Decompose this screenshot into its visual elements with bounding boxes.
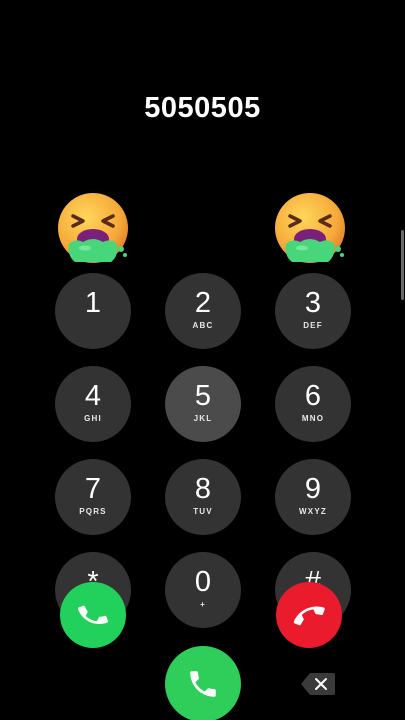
backspace-icon[interactable] xyxy=(300,670,336,698)
key-3[interactable]: 3 DEF xyxy=(275,273,351,349)
key-6[interactable]: 6 MNO xyxy=(275,366,351,442)
key-letters: GHI xyxy=(84,413,102,423)
vomiting-face-icon xyxy=(275,193,345,263)
key-digit: 6 xyxy=(304,379,322,412)
key-letters: DEF xyxy=(303,320,323,330)
key-0[interactable]: 0 + xyxy=(165,552,241,628)
phone-number-display: 5050505 xyxy=(144,92,261,124)
key-digit: 2 xyxy=(194,286,212,319)
key-letters: + xyxy=(200,599,206,609)
key-9[interactable]: 9 WXYZ xyxy=(275,459,351,535)
key-letters: PQRS xyxy=(79,506,107,516)
key-2[interactable]: 2 ABC xyxy=(165,273,241,349)
key-digit: 4 xyxy=(84,379,102,412)
phone-icon xyxy=(190,671,216,697)
scrollbar[interactable] xyxy=(401,230,404,300)
hang-up-icon xyxy=(293,606,325,626)
key-1[interactable]: 1 xyxy=(55,273,131,349)
key-8[interactable]: 8 TUV xyxy=(165,459,241,535)
key-4[interactable]: 4 GHI xyxy=(55,366,131,442)
key-digit: 7 xyxy=(84,472,102,505)
key-digit: 8 xyxy=(194,472,212,505)
key-7[interactable]: 7 PQRS xyxy=(55,459,131,535)
key-letters: TUV xyxy=(193,506,213,516)
key-digit: 1 xyxy=(84,286,102,319)
key-letters: MNO xyxy=(301,413,325,423)
decline-call-button[interactable] xyxy=(276,582,342,648)
accept-call-button[interactable] xyxy=(60,582,126,648)
key-digit: 9 xyxy=(304,472,322,505)
call-button[interactable] xyxy=(165,646,241,720)
key-digit: 0 xyxy=(194,565,212,598)
key-letters: JKL xyxy=(193,413,213,423)
key-digit: 5 xyxy=(194,379,212,412)
phone-icon xyxy=(77,605,109,624)
key-digit: 3 xyxy=(304,286,322,319)
key-letters: WXYZ xyxy=(299,506,327,516)
key-5[interactable]: 5 JKL xyxy=(165,366,241,442)
vomiting-face-icon xyxy=(58,193,128,263)
key-letters: ABC xyxy=(192,320,214,330)
